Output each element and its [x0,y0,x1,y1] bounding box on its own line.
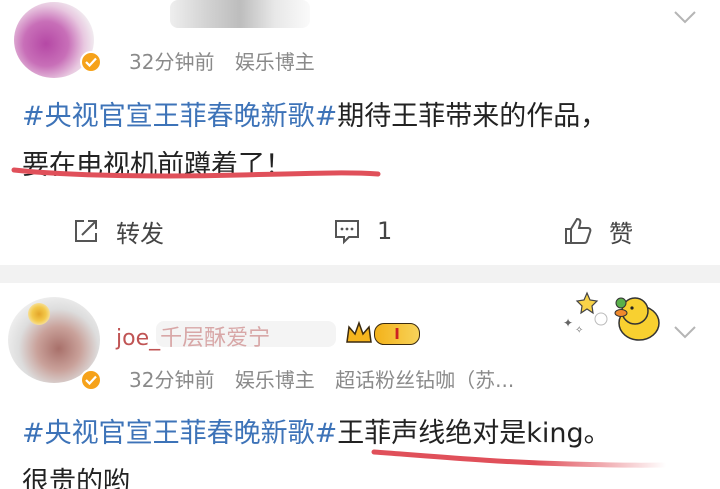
redacted-username-scribble [170,0,310,28]
post-actions-bar: 转发 1 赞 [0,211,720,251]
flower-decoration-icon [28,303,50,325]
author-role: 娱乐博主 [234,50,315,74]
level-badge-label: I [374,323,420,345]
post-meta: 32分钟前 娱乐博主 [129,46,329,75]
chevron-down-icon[interactable] [673,10,697,24]
feed-divider [0,265,720,283]
post-text-line: 期待王菲带来的作品， [337,101,608,132]
post-card: 32分钟前 娱乐博主 #央视官宣王菲春晚新歌#期待王菲带来的作品， 要在电视机前… [0,0,720,265]
author-role: 娱乐博主 [234,368,315,392]
topic-link[interactable]: #央视官宣王菲春晚新歌# [22,101,337,132]
post-text-line: 王菲声线绝对是king。 [337,418,611,449]
svg-text:✦: ✦ [563,316,573,330]
share-icon [75,220,97,242]
post-time: 32分钟前 [129,50,215,74]
comment-count: 1 [377,217,393,245]
post-card: joe_千层酥爱宁 I ✦ ✧ 32分钟前 娱乐博主 超话粉丝钻咖（苏... #… [0,283,720,489]
member-level-badge[interactable]: I [344,320,420,346]
chevron-down-icon[interactable] [673,325,697,339]
post-time: 32分钟前 [129,368,215,392]
post-meta: 32分钟前 娱乐博主 超话粉丝钻咖（苏... [129,364,528,393]
thumbs-up-icon [565,217,592,244]
topic-link[interactable]: #央视官宣王菲春晚新歌# [22,418,337,449]
crown-icon [346,320,372,343]
svg-text:✧: ✧ [575,325,583,336]
repost-label: 转发 [116,219,164,248]
comment-button[interactable]: 1 [333,211,392,251]
redacted-username-scribble [156,321,336,347]
verified-badge-icon [80,51,102,73]
author-title: 超话粉丝钻咖（苏... [335,368,515,392]
like-label: 赞 [609,219,633,248]
like-button[interactable]: 赞 [563,211,633,251]
duck-sticker-icon: ✦ ✧ [563,291,660,341]
red-underline-annotation [371,449,669,468]
verified-badge-icon [80,369,102,391]
repost-button[interactable]: 转发 [72,211,164,251]
comment-icon [335,220,359,245]
red-underline-annotation [11,167,381,179]
